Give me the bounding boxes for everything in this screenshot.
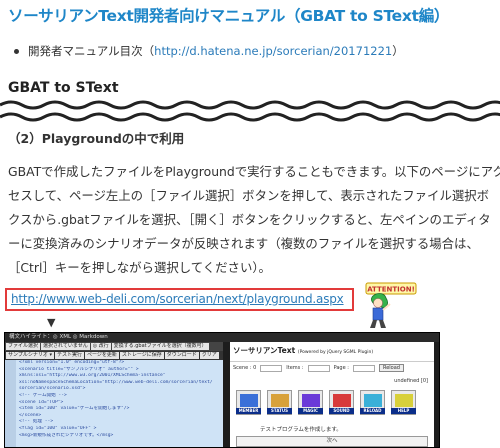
editor-file-toolbar: ファイル選択 選択されていません ◎ 改行 変換する.gbatファイルを選択（複… <box>5 342 223 351</box>
sound-icon[interactable]: SOUND <box>329 390 354 415</box>
menu-icons: MEMBER STATUS MAGIC SOUND RELOAD HELP <box>236 390 416 415</box>
clear-button[interactable]: クリア <box>199 352 219 359</box>
toc-line: 開発者マニュアル目次（http://d.hatena.ne.jp/sorceri… <box>14 43 404 59</box>
member-icon[interactable]: MEMBER <box>236 390 261 415</box>
magic-icon[interactable]: MAGIC <box>298 390 323 415</box>
arrow-down-icon: ▼ <box>47 316 56 329</box>
paragraph: GBATで作成したファイルをPlaygroundで実行することもできます。以下の… <box>8 160 500 280</box>
line-gutter <box>5 360 16 447</box>
magic-label: MAGIC <box>298 408 323 414</box>
code-editor[interactable]: <?xml version="1.0" encoding="utf-8"?> <… <box>5 360 223 447</box>
help-label: HELP <box>391 408 416 414</box>
test-run-button[interactable]: テスト実行 <box>54 352 84 359</box>
file-select-button[interactable]: ファイル選択 <box>6 343 41 350</box>
code-line: <!-- 処理 --> <box>19 419 54 425</box>
sound-label: SOUND <box>329 408 354 414</box>
download-button[interactable]: ダウンロード <box>164 352 199 359</box>
storage-save-button[interactable]: ストレージに保存 <box>119 352 164 359</box>
section-heading: GBAT to SText <box>8 80 119 96</box>
code-line: xsi:noNamespaceSchemaLocation="http://ww… <box>19 379 213 385</box>
help-icon[interactable]: HELP <box>391 390 416 415</box>
code-line: <flag id="100" value="OFF" > <box>19 425 97 431</box>
subsection-heading: （2）Playgroundの中で利用 <box>8 131 185 146</box>
paragraph-line: セスして、ページ左上の［ファイル選択］ボタンを押して、表示されたファイル選択ボ <box>8 188 490 203</box>
preview-status: Scene : 0 Items : Page : Reload <box>233 363 431 373</box>
items-label: Items : <box>286 365 304 371</box>
page-label: Page : <box>333 365 349 371</box>
items-field <box>307 364 330 372</box>
page-title: ソーサリアンText開発者向けマニュアル（GBAT to SText編） <box>8 7 450 25</box>
reload-button[interactable]: Reload <box>378 364 404 372</box>
scene-field <box>260 364 283 372</box>
status-icon[interactable]: STATUS <box>267 390 292 415</box>
scene-label: Scene : 0 <box>233 365 257 371</box>
page-field <box>352 364 375 372</box>
code-line: xmlns:xsi="http://www.w3.org/2001/XMLSch… <box>19 373 166 379</box>
code-line: <scene id="TOP"> <box>19 399 64 405</box>
preview-title-text: ソーサリアンText <box>233 346 296 355</box>
code-line: <msg>新規作成されたシナリオです。</msg> <box>19 432 114 438</box>
code-line: </scene> <box>19 412 42 418</box>
status-label: STATUS <box>267 408 292 414</box>
toc-label: 開発者マニュアル目次（ <box>28 44 155 58</box>
refresh-button[interactable]: ページを更新 <box>84 352 119 359</box>
editor-actions: サンプルシナリオ ▾ テスト実行 ページを更新 ストレージに保存 ダウンロード … <box>5 351 223 360</box>
undefined-label: undefined [0] <box>394 378 428 384</box>
code-line: <scenario title="サンプルシナリオ" author="" > <box>19 366 139 372</box>
playground-screenshot: 構文ハイライト：◎ XML ◎ Markdown ファイル選択 選択されていませ… <box>4 332 440 448</box>
preview-panel: ソーサリアンText (Powered by jQuery SGML Plugi… <box>230 342 434 447</box>
preview-message: テストプログラムを作成します。 <box>260 427 342 433</box>
playground-link[interactable]: http://www.web-deli.com/sorcerian/next/p… <box>11 292 344 306</box>
file-hint: 変換する.gbatファイルを選択（複数可） <box>111 343 209 350</box>
code-line: <item id="100" value="ゲームを開始します"/> <box>19 406 130 412</box>
reload-icon[interactable]: RELOAD <box>360 390 385 415</box>
preview-pane: ソーサリアンText (Powered by jQuery SGML Plugi… <box>223 342 439 447</box>
wave-divider <box>0 100 500 122</box>
paragraph-line: ［Ctrl］キーを押しながら選択してください）。 <box>8 260 271 275</box>
preview-title: ソーサリアンText (Powered by jQuery SGML Plugi… <box>230 342 434 362</box>
playground-link-box: http://www.web-deli.com/sorcerian/next/p… <box>5 288 354 311</box>
member-label: MEMBER <box>236 408 261 414</box>
paragraph-line: GBATで作成したファイルをPlaygroundで実行することもできます。以下の… <box>8 164 500 179</box>
attention-character-icon: ATTENTION! <box>365 282 417 328</box>
file-status: 選択されていません <box>41 343 90 350</box>
newline-option[interactable]: ◎ 改行 <box>90 343 111 350</box>
editor-pane: ファイル選択 選択されていません ◎ 改行 変換する.gbatファイルを選択（複… <box>5 342 223 447</box>
attention-label: ATTENTION! <box>367 286 415 294</box>
screenshot-topbar: 構文ハイライト：◎ XML ◎ Markdown <box>5 333 439 342</box>
toc-link[interactable]: http://d.hatena.ne.jp/sorcerian/20171221 <box>154 44 392 58</box>
next-button[interactable]: 次へ <box>236 436 428 447</box>
toc-close: ） <box>392 44 404 58</box>
code-line: <!-- ゲーム開始 --> <box>19 392 67 398</box>
sample-scenario-select[interactable]: サンプルシナリオ ▾ <box>6 352 54 359</box>
code-line: sorcerian/scenario.xsd"> <box>19 386 86 392</box>
paragraph-line: ーに変換済みのシナリオデータが反映されます（複数のファイルを選択する場合は、 <box>8 236 479 251</box>
code-line: <?xml version="1.0" encoding="utf-8"?> <box>19 360 125 365</box>
reload-label: RELOAD <box>360 408 385 414</box>
paragraph-line: クスから.gbatファイルを選択、［開く］ボタンをクリックすると、左ペインのエデ… <box>8 212 491 227</box>
preview-title-sub: (Powered by jQuery SGML Plugin) <box>297 350 374 355</box>
bullet-icon <box>14 49 19 54</box>
